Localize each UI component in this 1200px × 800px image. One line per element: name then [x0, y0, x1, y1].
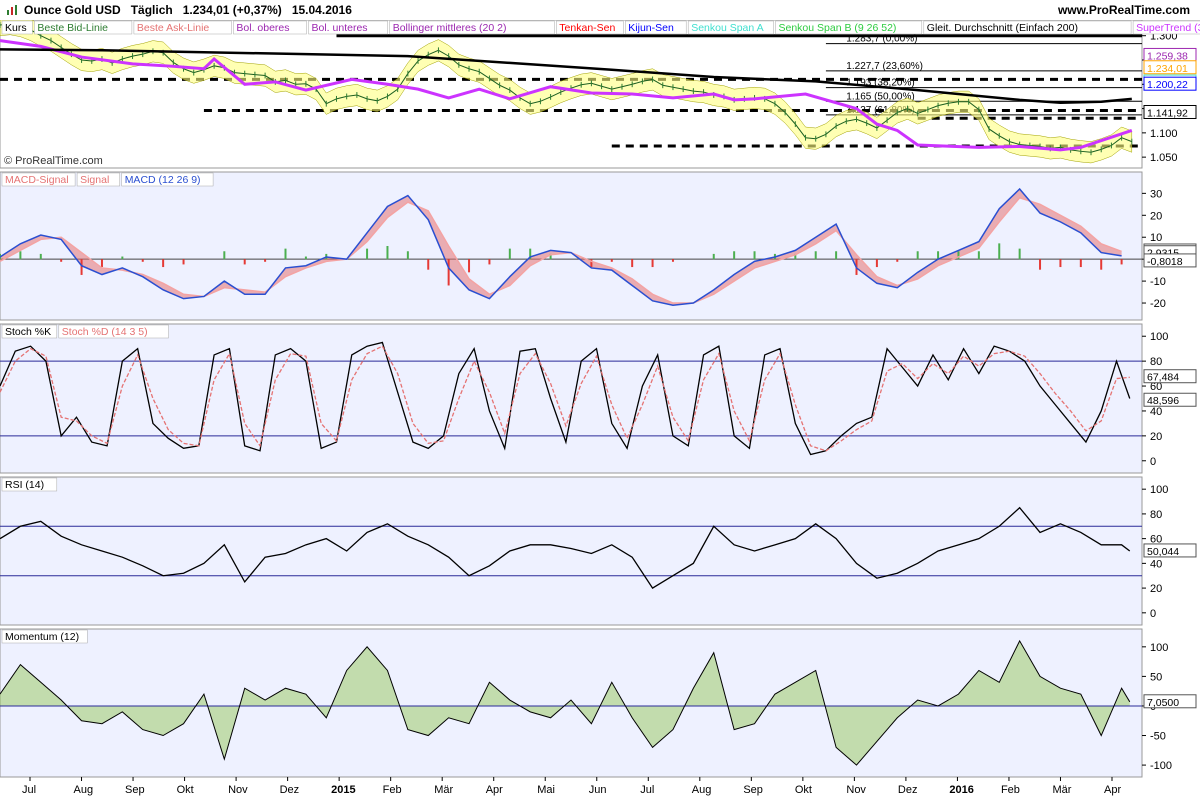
date-label: 15.04.2016 [291, 3, 352, 17]
x-tick-label: Mär [434, 784, 453, 796]
x-tick-label: Feb [383, 784, 402, 796]
price-label-text: 1.141,92 [1147, 107, 1188, 119]
x-tick-label: Apr [1104, 784, 1121, 796]
site-url[interactable]: www.ProRealTime.com [1058, 3, 1190, 17]
x-tick-label: Okt [795, 784, 812, 796]
y-tick-label-momentum: 100 [1150, 642, 1168, 654]
chart-svg[interactable]: 1.3001.2501.2001.1501.1001.0501.283,7 (0… [0, 20, 1200, 800]
instrument-title: Ounce Gold USD Täglich 1.234,01 (+0,37%)… [24, 3, 352, 17]
legend-label: Signal [80, 174, 109, 186]
y-tick-label-macd: 10 [1150, 232, 1162, 244]
x-tick-label: Sep [743, 784, 763, 796]
x-tick-label: Okt [177, 784, 194, 796]
fib-level-label: 1.227,7 (23,60%) [846, 61, 923, 72]
x-tick-label: Sep [125, 784, 145, 796]
y-tick-label-macd: -10 [1150, 276, 1166, 288]
y-tick-label-macd: 20 [1150, 210, 1162, 222]
y-tick-label-momentum: 50 [1150, 671, 1162, 683]
legend-label: Tenkan-Sen [559, 22, 615, 34]
x-tick-label: Apr [486, 784, 503, 796]
y-tick-label-stoch: 0 [1150, 456, 1156, 468]
price-label-text: 50,044 [1147, 546, 1179, 558]
price-label-text: 7,0500 [1147, 697, 1179, 709]
x-tick-label: Jul [640, 784, 654, 796]
x-tick-label: Aug [692, 784, 712, 796]
y-tick-label-momentum: -100 [1150, 760, 1172, 772]
legend-label: Momentum (12) [5, 631, 79, 643]
x-tick-label: Nov [228, 784, 248, 796]
x-tick-label: Nov [846, 784, 866, 796]
y-tick-label-rsi: 20 [1150, 583, 1162, 595]
legend-label: Beste Ask-Linie [137, 22, 210, 34]
y-tick-label-stoch: 100 [1150, 331, 1168, 343]
legend-label: Gleit. Durchschnitt (Einfach 200) [927, 22, 1078, 34]
price-label-text: -0,8018 [1147, 256, 1183, 268]
x-tick-label: 2015 [331, 784, 355, 796]
y-tick-label-rsi: 0 [1150, 608, 1156, 620]
x-tick-label: Mär [1052, 784, 1071, 796]
legend-label: Senkou Span B (9 26 52) [779, 22, 897, 34]
price-label-text: 1.200,22 [1147, 79, 1188, 91]
x-tick-label: Dez [898, 784, 918, 796]
x-tick-label: Aug [74, 784, 94, 796]
x-tick-label: Jul [22, 784, 36, 796]
legend-label: Stoch %D (14 3 5) [62, 326, 148, 338]
legend-label: Senkou Span A [691, 22, 763, 34]
y-tick-label-macd: 30 [1150, 188, 1162, 200]
y-tick-label-macd: -20 [1150, 298, 1166, 310]
legend-label: Kijun-Sen [628, 22, 674, 34]
panel-rsi-background [0, 476, 1143, 626]
x-tick-label: Jun [589, 784, 607, 796]
legend-label: Stoch %K [5, 326, 51, 338]
chart-window: Ounce Gold USD Täglich 1.234,01 (+0,37%)… [0, 0, 1200, 800]
instrument-name: Ounce Gold USD [24, 3, 121, 17]
legend-label: MACD (12 26 9) [125, 174, 201, 186]
period-label: Täglich [130, 3, 173, 17]
y-tick-label-stoch: 80 [1150, 356, 1162, 368]
legend-label: Bol. unteres [312, 22, 368, 34]
header-bar: Ounce Gold USD Täglich 1.234,01 (+0,37%)… [0, 0, 1200, 21]
watermark: © ProRealTime.com [4, 155, 103, 167]
quote-label: 1.234,01 (+0,37%) [182, 3, 282, 17]
x-tick-label: 2016 [949, 784, 973, 796]
chart-logo-icon [7, 5, 17, 15]
x-tick-label: Dez [280, 784, 300, 796]
price-label-text: 48,596 [1147, 395, 1179, 407]
legend-label: Bollinger mittleres (20 2) [393, 22, 507, 34]
legend-label: SuperTrend (3 10) [1136, 22, 1200, 34]
price-label-text: 67,484 [1147, 372, 1179, 384]
y-tick-label-stoch: 40 [1150, 406, 1162, 418]
panel-stoch-background [0, 323, 1143, 474]
y-tick-label-rsi: 100 [1150, 484, 1168, 496]
y-tick-label-rsi: 40 [1150, 558, 1162, 570]
y-tick-label-momentum: -50 [1150, 731, 1166, 743]
legend-label: Kurs [5, 22, 27, 34]
x-tick-label: Feb [1001, 784, 1020, 796]
legend-label: RSI (14) [5, 479, 44, 491]
y-tick-label-price: 1.050 [1150, 152, 1178, 164]
legend-label: Bol. oberes [236, 22, 289, 34]
legend-label: MACD-Signal [5, 174, 69, 186]
y-tick-label-stoch: 20 [1150, 431, 1162, 443]
legend-label: Beste Bid-Linie [37, 22, 108, 34]
y-tick-label-rsi: 80 [1150, 509, 1162, 521]
x-tick-label: Mai [537, 784, 555, 796]
price-label-text: 1.234,01 [1147, 63, 1188, 75]
y-tick-label-price: 1.100 [1150, 128, 1178, 140]
